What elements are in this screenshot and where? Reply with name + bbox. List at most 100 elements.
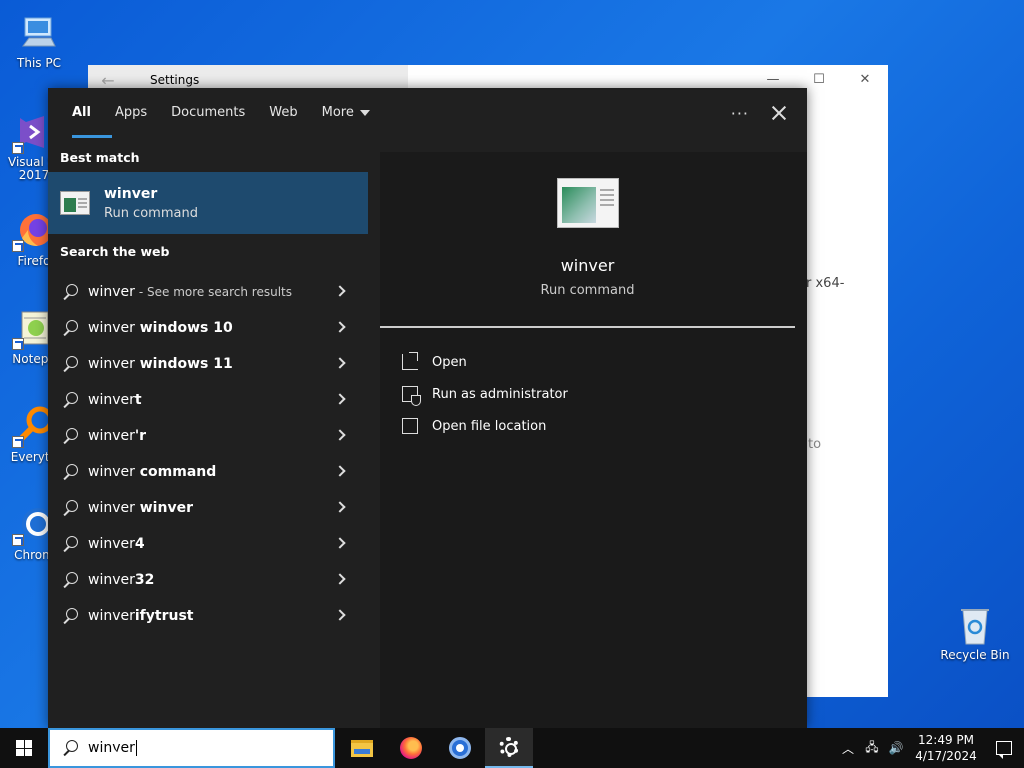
tab-apps[interactable]: Apps xyxy=(103,88,159,138)
tab-documents[interactable]: Documents xyxy=(159,88,257,138)
web-result-row[interactable]: winverifytrust xyxy=(48,598,368,634)
chevron-right-icon[interactable] xyxy=(334,537,346,549)
search-icon xyxy=(60,738,80,758)
shortcut-arrow-icon xyxy=(12,240,24,252)
action-run-as-admin[interactable]: Run as administrator xyxy=(402,378,807,410)
windows-logo-icon xyxy=(16,740,32,756)
search-panel: All Apps Documents Web More ··· Best mat… xyxy=(48,88,807,728)
caret-down-icon xyxy=(359,109,370,116)
action-label: Open xyxy=(432,354,467,370)
chevron-right-icon[interactable] xyxy=(334,465,346,477)
back-arrow-icon[interactable]: ← xyxy=(88,71,128,90)
search-icon xyxy=(60,462,80,482)
taskbar: winver ︿ 🖧 🔊 12:49 PM 4/17/2024 xyxy=(0,728,1024,768)
shortcut-arrow-icon xyxy=(12,534,24,546)
chevron-right-icon[interactable] xyxy=(334,285,346,297)
best-match-name: winver xyxy=(104,185,158,202)
close-icon[interactable] xyxy=(771,105,787,121)
web-result-text: winvert xyxy=(88,392,142,408)
text-cursor xyxy=(135,740,137,756)
settings-title: Settings xyxy=(150,73,200,87)
search-icon xyxy=(60,534,80,554)
desktop-icon-label: This PC xyxy=(17,56,61,70)
web-result-row[interactable]: winver'r xyxy=(48,418,368,454)
desktop-icon-label: Recycle Bin xyxy=(940,648,1010,662)
preview-name: winver xyxy=(560,256,615,275)
shield-icon xyxy=(402,386,421,406)
settings-text-fragment: r x64- xyxy=(806,276,845,291)
results-list: Best match winver Run command Search the… xyxy=(48,146,368,634)
chevron-right-icon[interactable] xyxy=(334,357,346,369)
recycle-bin-icon xyxy=(955,604,995,645)
action-label: Run as administrator xyxy=(432,386,568,402)
more-options-button[interactable]: ··· xyxy=(731,104,749,123)
desktop-icon-this-pc[interactable]: This PC xyxy=(1,12,77,70)
search-icon xyxy=(60,606,80,626)
taskbar-file-explorer[interactable] xyxy=(338,728,386,768)
chrome-icon xyxy=(449,737,471,759)
clock-date: 4/17/2024 xyxy=(915,749,977,763)
volume-icon[interactable]: 🔊 xyxy=(884,728,908,768)
action-open[interactable]: Open xyxy=(402,346,807,378)
search-icon xyxy=(60,570,80,590)
taskbar-search-box[interactable]: winver xyxy=(48,728,335,768)
desktop-icon-recycle-bin[interactable]: Recycle Bin xyxy=(937,604,1013,662)
web-result-row[interactable]: winver windows 10 xyxy=(48,310,368,346)
shortcut-arrow-icon xyxy=(12,142,24,154)
preview-type: Run command xyxy=(540,283,635,298)
computer-icon xyxy=(19,12,59,52)
search-icon xyxy=(60,318,80,338)
chevron-right-icon[interactable] xyxy=(334,429,346,441)
search-icon xyxy=(60,498,80,518)
web-result-row[interactable]: winver - See more search results xyxy=(48,274,368,310)
best-match-type: Run command xyxy=(104,205,198,221)
web-result-text: winver32 xyxy=(88,572,155,588)
web-result-text: winver'r xyxy=(88,428,147,444)
search-icon xyxy=(60,282,80,302)
run-command-large-icon xyxy=(556,178,619,228)
web-result-hint: - See more search results xyxy=(138,285,292,299)
run-command-icon xyxy=(60,191,90,215)
best-match-item[interactable]: winver Run command xyxy=(48,172,368,234)
chevron-right-icon[interactable] xyxy=(334,321,346,333)
search-icon xyxy=(60,390,80,410)
web-result-row[interactable]: winver32 xyxy=(48,562,368,598)
chevron-right-icon[interactable] xyxy=(334,609,346,621)
tab-more[interactable]: More xyxy=(310,88,382,138)
clock[interactable]: 12:49 PM 4/17/2024 xyxy=(908,732,984,764)
action-open-file-location[interactable]: Open file location xyxy=(402,410,807,442)
chevron-right-icon[interactable] xyxy=(334,501,346,513)
taskbar-settings[interactable] xyxy=(485,728,533,768)
search-icon xyxy=(60,426,80,446)
web-heading: Search the web xyxy=(60,244,170,259)
web-result-text: winver windows 11 xyxy=(88,356,233,372)
web-result-text: winver command xyxy=(88,464,217,480)
tab-all[interactable]: All xyxy=(60,88,112,138)
web-result-row[interactable]: winvert xyxy=(48,382,368,418)
tab-web[interactable]: Web xyxy=(257,88,309,138)
web-result-text: winverifytrust xyxy=(88,608,194,624)
chevron-right-icon[interactable] xyxy=(334,573,346,585)
network-icon[interactable]: 🖧 xyxy=(860,728,884,768)
web-result-text: winver winver xyxy=(88,500,193,516)
start-button[interactable] xyxy=(0,728,48,768)
search-icon xyxy=(60,354,80,374)
web-result-row[interactable]: winver winver xyxy=(48,490,368,526)
firefox-icon xyxy=(400,737,422,759)
shortcut-arrow-icon xyxy=(12,338,24,350)
preview-pane: winver Run command Open Run as administr… xyxy=(380,152,807,728)
shortcut-arrow-icon xyxy=(12,436,24,448)
web-result-row[interactable]: winver4 xyxy=(48,526,368,562)
taskbar-chrome[interactable] xyxy=(436,728,484,768)
best-match-heading: Best match xyxy=(60,150,140,165)
tab-more-label: More xyxy=(321,105,354,120)
chevron-right-icon[interactable] xyxy=(334,393,346,405)
file-location-icon xyxy=(402,418,418,434)
open-icon xyxy=(402,352,418,370)
web-result-row[interactable]: winver command xyxy=(48,454,368,490)
web-results: winver - See more search results winver w… xyxy=(48,274,368,634)
chevron-up-icon[interactable]: ︿ xyxy=(836,728,860,768)
action-center-button[interactable] xyxy=(984,728,1024,768)
web-result-row[interactable]: winver windows 11 xyxy=(48,346,368,382)
taskbar-firefox[interactable] xyxy=(387,728,435,768)
